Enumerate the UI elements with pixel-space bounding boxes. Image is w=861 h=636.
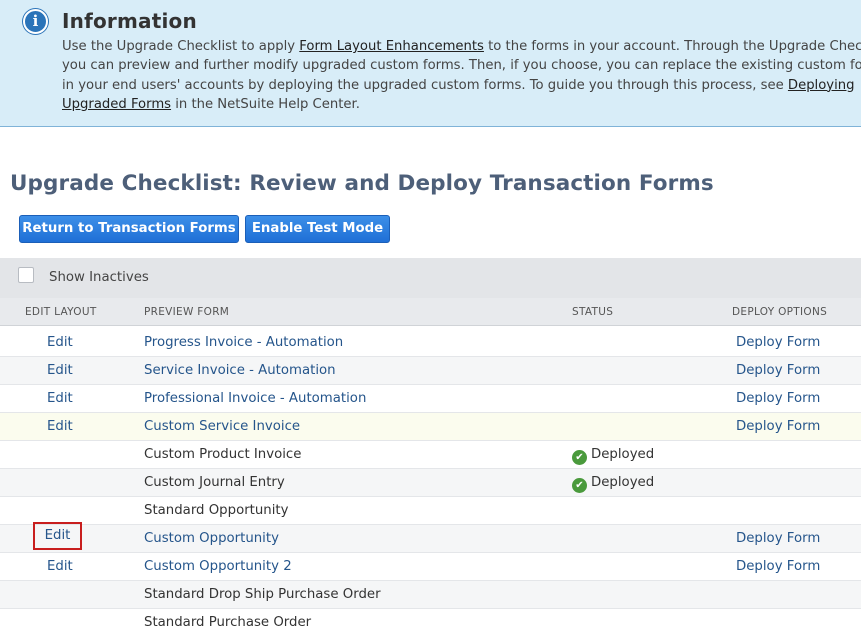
- column-header-status[interactable]: STATUS: [572, 306, 613, 318]
- table-row: Edit Custom Opportunity 2 Deploy Form: [0, 553, 861, 581]
- form-name: Standard Purchase Order: [144, 615, 312, 630]
- deploy-form-link[interactable]: Deploy Form: [736, 419, 820, 434]
- check-circle-icon: ✔: [572, 478, 587, 493]
- check-circle-icon: ✔: [572, 450, 587, 465]
- deploy-form-link[interactable]: Deploy Form: [736, 363, 820, 378]
- deploy-form-link[interactable]: Deploy Form: [736, 531, 820, 546]
- preview-form-link[interactable]: Custom Opportunity 2: [144, 559, 292, 574]
- preview-form-link[interactable]: Service Invoice - Automation: [144, 363, 336, 378]
- show-inactives-checkbox[interactable]: [18, 267, 34, 283]
- table-row: Standard Purchase Order: [0, 609, 861, 636]
- preview-form-link[interactable]: Custom Service Invoice: [144, 419, 300, 434]
- table-row: Edit Custom Service Invoice Deploy Form: [0, 413, 861, 441]
- edit-layout-link[interactable]: Edit: [47, 559, 73, 574]
- table-row: Edit Professional Invoice - Automation Dep…: [0, 385, 861, 413]
- deploying-upgraded-forms-link[interactable]: Deploying: [788, 78, 855, 93]
- status-text: Deployed: [591, 447, 655, 462]
- edit-layout-link[interactable]: Edit: [47, 363, 73, 378]
- table-row: Standard Opportunity: [0, 497, 861, 525]
- filter-bar: Show Inactives: [0, 258, 861, 298]
- table-row: Edit Progress Invoice - Automation Deploy …: [0, 329, 861, 357]
- preview-form-link[interactable]: Professional Invoice - Automation: [144, 391, 366, 406]
- deploy-form-link[interactable]: Deploy Form: [736, 335, 820, 350]
- preview-form-link[interactable]: Progress Invoice - Automation: [144, 335, 343, 350]
- table-row: Edit Service Invoice - Automation Deploy F…: [0, 357, 861, 385]
- status-badge: ✔ Deployed: [572, 475, 654, 493]
- column-header-preview-form[interactable]: PREVIEW FORM: [144, 306, 229, 318]
- preview-form-link[interactable]: Custom Opportunity: [144, 531, 279, 546]
- enable-test-mode-button[interactable]: Enable Test Mode: [245, 215, 390, 243]
- deploy-form-link[interactable]: Deploy Form: [736, 391, 820, 406]
- info-title: Information: [62, 9, 197, 33]
- table-header: EDIT LAYOUT PREVIEW FORM STATUS DEPLOY O…: [0, 298, 861, 326]
- forms-table: Edit Progress Invoice - Automation Deploy …: [0, 329, 861, 636]
- form-name: Custom Product Invoice: [144, 447, 302, 462]
- deploy-form-link[interactable]: Deploy Form: [736, 559, 820, 574]
- form-layout-enhancements-link[interactable]: Form Layout Enhancements: [299, 39, 484, 54]
- column-header-edit-layout[interactable]: EDIT LAYOUT: [25, 306, 97, 318]
- form-name: Standard Drop Ship Purchase Order: [144, 587, 381, 602]
- edit-layout-link[interactable]: Edit: [47, 419, 73, 434]
- edit-layout-link[interactable]: Edit: [47, 391, 73, 406]
- deploying-upgraded-forms-link-cont[interactable]: Upgraded Forms: [62, 97, 171, 112]
- info-text-segment: to the forms in your account. Through th…: [483, 39, 861, 54]
- edit-layout-link[interactable]: Edit: [47, 335, 73, 350]
- info-icon: i: [23, 9, 48, 34]
- column-header-deploy-options[interactable]: DEPLOY OPTIONS: [732, 306, 827, 318]
- info-text-segment: in your end users' accounts by deploying…: [62, 77, 788, 93]
- show-inactives-label: Show Inactives: [49, 270, 149, 285]
- form-name: Standard Opportunity: [144, 503, 289, 518]
- table-row: Custom Journal Entry ✔ Deployed: [0, 469, 861, 497]
- edit-layout-link[interactable]: Edit: [33, 522, 82, 550]
- info-text-line: you can preview and further modify upgra…: [62, 58, 861, 74]
- info-text-segment: in the NetSuite Help Center.: [171, 96, 360, 112]
- table-row: Custom Product Invoice ✔ Deployed: [0, 441, 861, 469]
- form-name: Custom Journal Entry: [144, 475, 285, 490]
- status-text: Deployed: [591, 475, 655, 490]
- info-text: Use the Upgrade Checklist to apply Form …: [62, 37, 861, 114]
- table-row: Standard Drop Ship Purchase Order: [0, 581, 861, 609]
- page-title: Upgrade Checklist: Review and Deploy Tra…: [10, 171, 714, 196]
- info-text-segment: Use the Upgrade Checklist to apply: [62, 39, 300, 54]
- return-to-transaction-forms-button[interactable]: Return to Transaction Forms: [19, 215, 239, 243]
- table-row: Edit Custom Opportunity Deploy Form: [0, 522, 861, 553]
- information-banner: i Information Use the Upgrade Checklist …: [0, 0, 861, 127]
- status-badge: ✔ Deployed: [572, 447, 654, 465]
